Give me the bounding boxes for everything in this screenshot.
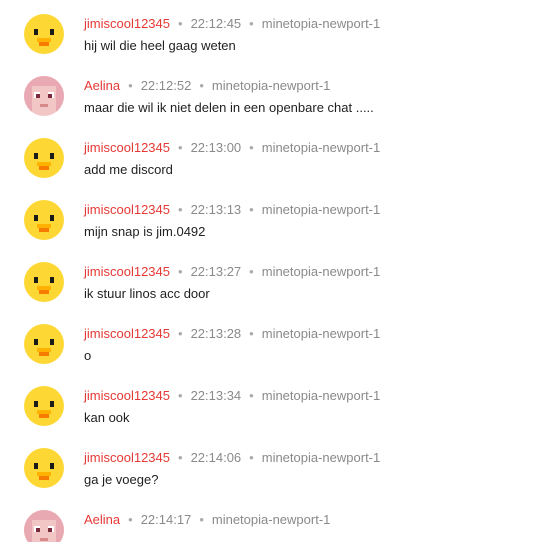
server-name: minetopia-newport-1 bbox=[261, 202, 381, 217]
chat-message: jimiscool12345 • 22:12:45 • minetopia-newpor… bbox=[0, 0, 556, 62]
chat-log: jimiscool12345 • 22:12:45 • minetopia-newpor… bbox=[0, 0, 556, 542]
separator-dot: • bbox=[199, 512, 204, 527]
pixel-face-avatar-icon[interactable] bbox=[24, 510, 64, 542]
separator-dot: • bbox=[249, 326, 254, 341]
message-meta: jimiscool12345 • 22:13:28 • minetopia-newpor… bbox=[84, 326, 380, 341]
message-text: kan ook bbox=[84, 410, 130, 425]
timestamp: 22:13:00 bbox=[190, 140, 242, 155]
message-text: mijn snap is jim.0492 bbox=[84, 224, 206, 239]
chat-message: jimiscool12345 • 22:13:27 • minetopia-newpor… bbox=[0, 248, 556, 310]
separator-dot: • bbox=[178, 16, 183, 31]
chat-message: jimiscool12345 • 22:14:06 • minetopia-newpor… bbox=[0, 434, 556, 496]
duck-avatar-icon[interactable] bbox=[24, 324, 64, 364]
server-name: minetopia-newport-1 bbox=[261, 16, 381, 31]
duck-avatar-icon[interactable] bbox=[24, 14, 64, 54]
chat-message: Aelina • 22:14:17 • minetopia-newport-1 bbox=[0, 496, 556, 542]
username[interactable]: jimiscool12345 bbox=[84, 16, 170, 31]
separator-dot: • bbox=[199, 78, 204, 93]
separator-dot: • bbox=[249, 202, 254, 217]
timestamp: 22:13:34 bbox=[190, 388, 242, 403]
timestamp: 22:14:06 bbox=[190, 450, 242, 465]
timestamp: 22:13:27 bbox=[190, 264, 242, 279]
separator-dot: • bbox=[249, 388, 254, 403]
server-name: minetopia-newport-1 bbox=[211, 512, 331, 527]
username[interactable]: jimiscool12345 bbox=[84, 326, 170, 341]
separator-dot: • bbox=[249, 264, 254, 279]
message-meta: jimiscool12345 • 22:12:45 • minetopia-newpor… bbox=[84, 16, 380, 31]
timestamp: 22:13:13 bbox=[190, 202, 242, 217]
server-name: minetopia-newport-1 bbox=[261, 450, 381, 465]
message-meta: jimiscool12345 • 22:13:13 • minetopia-newpor… bbox=[84, 202, 380, 217]
timestamp: 22:12:45 bbox=[190, 16, 242, 31]
separator-dot: • bbox=[178, 140, 183, 155]
server-name: minetopia-newport-1 bbox=[261, 388, 381, 403]
server-name: minetopia-newport-1 bbox=[261, 326, 381, 341]
username[interactable]: Aelina bbox=[84, 78, 120, 93]
chat-message: Aelina • 22:12:52 • minetopia-newport-1 maar… bbox=[0, 62, 556, 124]
message-meta: Aelina • 22:12:52 • minetopia-newport-1 bbox=[84, 78, 330, 93]
duck-avatar-icon[interactable] bbox=[24, 448, 64, 488]
duck-avatar-icon[interactable] bbox=[24, 200, 64, 240]
timestamp: 22:13:28 bbox=[190, 326, 242, 341]
message-text: hij wil die heel gaag weten bbox=[84, 38, 236, 53]
message-text: ga je voege? bbox=[84, 472, 159, 487]
username[interactable]: jimiscool12345 bbox=[84, 264, 170, 279]
message-meta: jimiscool12345 • 22:13:00 • minetopia-newpor… bbox=[84, 140, 380, 155]
separator-dot: • bbox=[178, 450, 183, 465]
separator-dot: • bbox=[249, 140, 254, 155]
username[interactable]: jimiscool12345 bbox=[84, 388, 170, 403]
separator-dot: • bbox=[178, 264, 183, 279]
duck-avatar-icon[interactable] bbox=[24, 138, 64, 178]
message-meta: Aelina • 22:14:17 • minetopia-newport-1 bbox=[84, 512, 330, 527]
chat-message: jimiscool12345 • 22:13:34 • minetopia-newpor… bbox=[0, 372, 556, 434]
duck-avatar-icon[interactable] bbox=[24, 386, 64, 426]
separator-dot: • bbox=[178, 388, 183, 403]
pixel-face-avatar-icon[interactable] bbox=[24, 76, 64, 116]
message-meta: jimiscool12345 • 22:13:34 • minetopia-newpor… bbox=[84, 388, 380, 403]
username[interactable]: jimiscool12345 bbox=[84, 140, 170, 155]
message-text: maar die wil ik niet delen in een openba… bbox=[84, 100, 374, 115]
server-name: minetopia-newport-1 bbox=[261, 264, 381, 279]
message-meta: jimiscool12345 • 22:14:06 • minetopia-newpor… bbox=[84, 450, 380, 465]
timestamp: 22:12:52 bbox=[140, 78, 192, 93]
separator-dot: • bbox=[128, 512, 133, 527]
separator-dot: • bbox=[178, 202, 183, 217]
timestamp: 22:14:17 bbox=[140, 512, 192, 527]
chat-message: jimiscool12345 • 22:13:00 • minetopia-newpor… bbox=[0, 124, 556, 186]
username[interactable]: Aelina bbox=[84, 512, 120, 527]
separator-dot: • bbox=[178, 326, 183, 341]
message-text: o bbox=[84, 348, 92, 363]
message-text: ik stuur linos acc door bbox=[84, 286, 210, 301]
username[interactable]: jimiscool12345 bbox=[84, 450, 170, 465]
message-meta: jimiscool12345 • 22:13:27 • minetopia-newpor… bbox=[84, 264, 380, 279]
message-text: add me discord bbox=[84, 162, 173, 177]
chat-message: jimiscool12345 • 22:13:13 • minetopia-newpor… bbox=[0, 186, 556, 248]
username[interactable]: jimiscool12345 bbox=[84, 202, 170, 217]
separator-dot: • bbox=[249, 16, 254, 31]
separator-dot: • bbox=[128, 78, 133, 93]
chat-message: jimiscool12345 • 22:13:28 • minetopia-newpor… bbox=[0, 310, 556, 372]
duck-avatar-icon[interactable] bbox=[24, 262, 64, 302]
server-name: minetopia-newport-1 bbox=[261, 140, 381, 155]
separator-dot: • bbox=[249, 450, 254, 465]
server-name: minetopia-newport-1 bbox=[211, 78, 331, 93]
